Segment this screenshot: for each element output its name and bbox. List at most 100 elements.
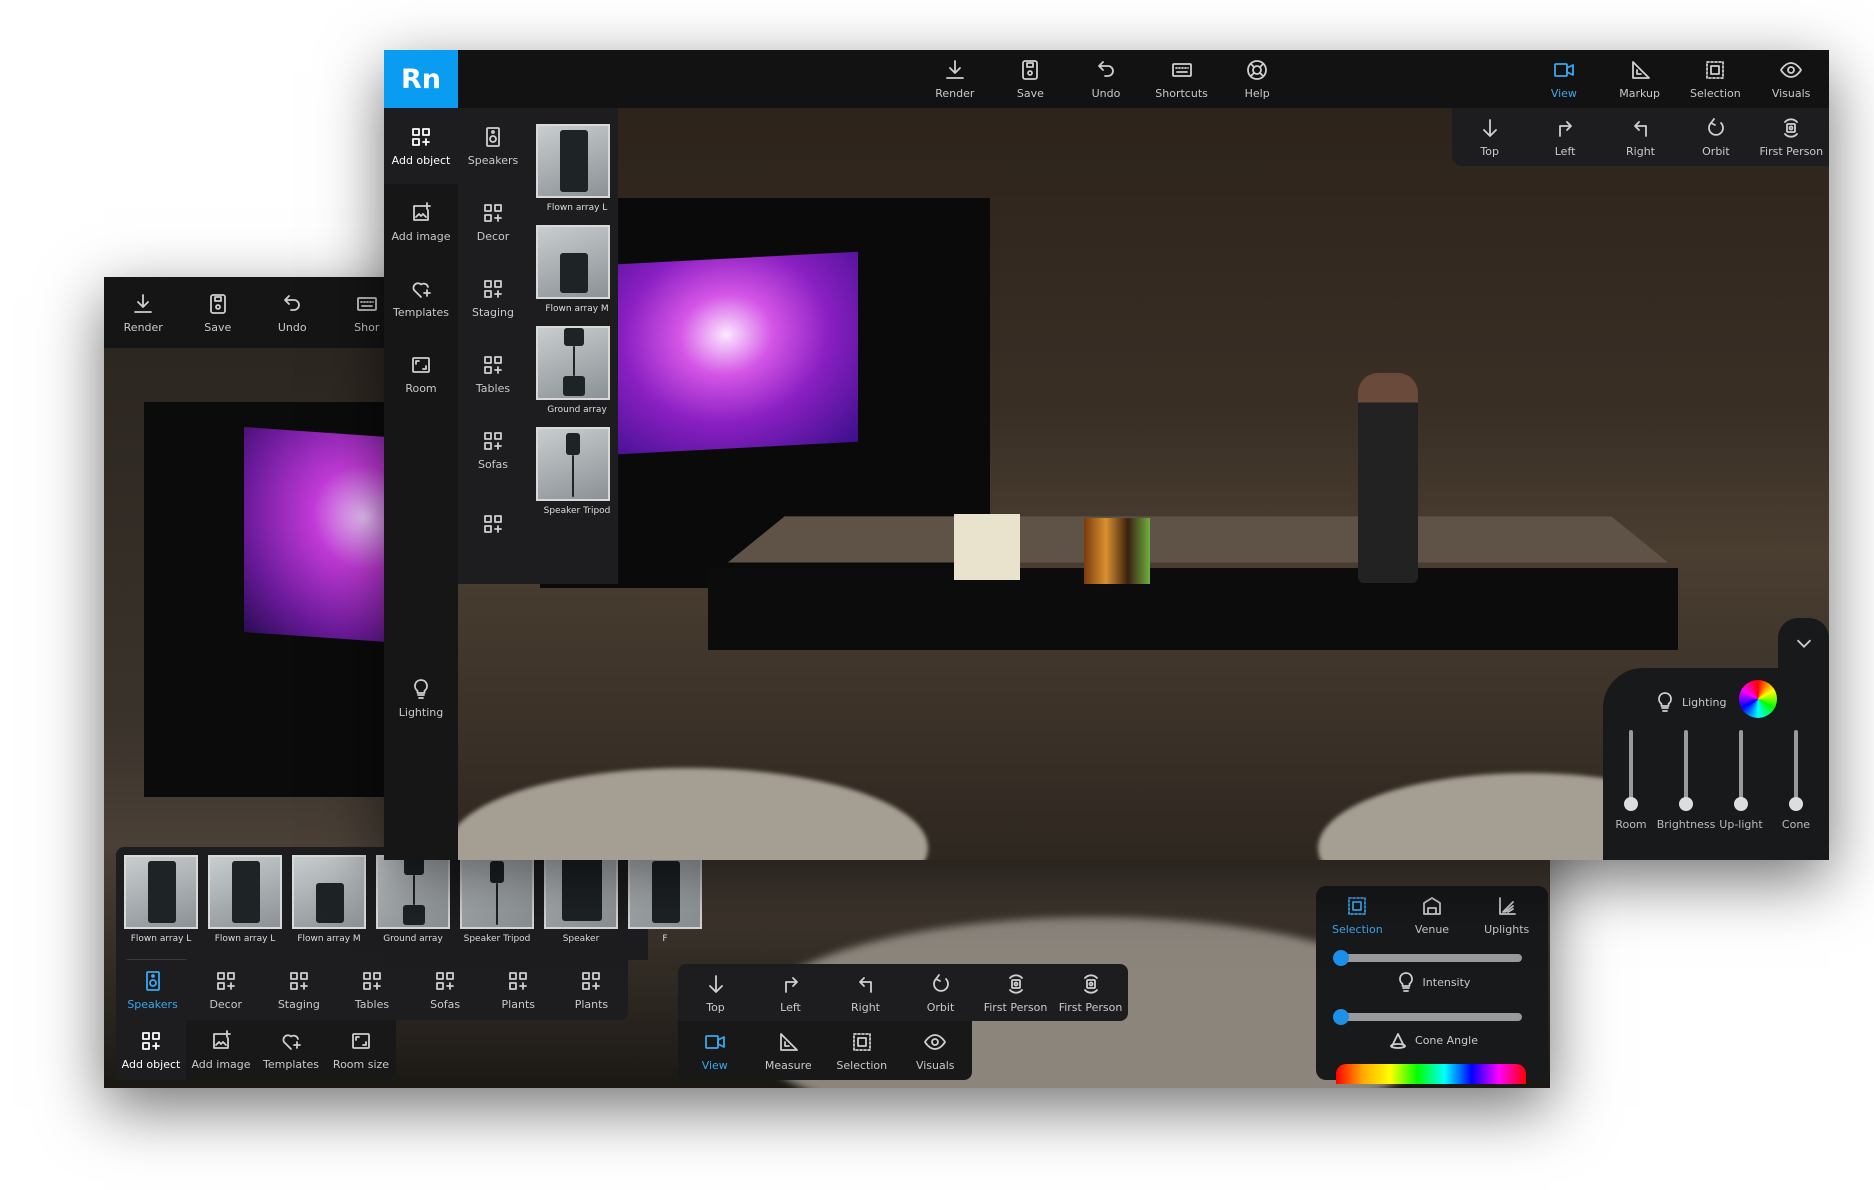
- add-object-button[interactable]: Add object: [116, 1020, 186, 1080]
- product-item[interactable]: Flown array L: [208, 855, 282, 944]
- first-person-icon: [1784, 118, 1799, 138]
- grid-plus-icon: [363, 972, 381, 990]
- tables-button[interactable]: Tables: [458, 336, 528, 412]
- product-item[interactable]: Flown array M: [536, 225, 618, 314]
- orbit-button[interactable]: Orbit: [903, 964, 978, 1021]
- venue-button[interactable]: Venue: [1395, 890, 1470, 940]
- sofas-button[interactable]: Sofas: [409, 960, 482, 1020]
- cone-icon: [1390, 1033, 1406, 1049]
- help-icon: [1247, 60, 1268, 80]
- render-button[interactable]: Render: [106, 277, 181, 348]
- top-button[interactable]: Top: [678, 964, 753, 1021]
- uplights-button[interactable]: Uplights: [1469, 890, 1544, 940]
- button-label: Shor: [354, 320, 380, 334]
- right-button[interactable]: Right: [1603, 108, 1678, 166]
- product-label: Flown array L: [546, 203, 608, 213]
- product-item[interactable]: Speaker Tripod: [460, 855, 534, 944]
- first-person-button[interactable]: First Person: [1754, 108, 1829, 166]
- button-label: Selection: [1331, 923, 1383, 936]
- help-button[interactable]: Help: [1219, 50, 1295, 108]
- slider-brightness[interactable]: [1679, 730, 1693, 811]
- room-button[interactable]: Room: [384, 336, 458, 412]
- cone-angle-slider[interactable]: [1333, 1009, 1522, 1025]
- orbit-button[interactable]: Orbit: [1678, 108, 1753, 166]
- speakers-button[interactable]: Speakers: [458, 108, 528, 184]
- intensity-slider[interactable]: [1333, 950, 1522, 966]
- templates-button[interactable]: Templates: [384, 260, 458, 336]
- decor-button[interactable]: Decor: [189, 960, 262, 1020]
- grid-plus-icon: [484, 514, 502, 533]
- lighting-button[interactable]: Lighting: [384, 668, 458, 728]
- save-button[interactable]: Save: [181, 277, 256, 348]
- slider-room[interactable]: [1624, 730, 1638, 811]
- product-item[interactable]: Ground array: [376, 855, 450, 944]
- button-label: Render: [123, 320, 163, 334]
- more-button[interactable]: [458, 488, 528, 564]
- right-button[interactable]: Right: [828, 964, 903, 1021]
- visuals-button[interactable]: Visuals: [899, 1021, 973, 1080]
- undo-button[interactable]: Undo: [255, 277, 330, 348]
- product-item[interactable]: Ground array: [536, 326, 618, 415]
- product-item[interactable]: Flown array L: [536, 124, 618, 213]
- product-item[interactable]: Speaker Tripod: [536, 427, 618, 516]
- button-label: Add object: [391, 154, 451, 167]
- templates-button[interactable]: Templates: [256, 1020, 326, 1080]
- speakers-button[interactable]: Speakers: [116, 960, 189, 1020]
- video-icon: [704, 1034, 725, 1049]
- add-object-button[interactable]: Add object: [384, 108, 458, 184]
- button-label: Right: [851, 1000, 880, 1014]
- top-button[interactable]: Top: [1452, 108, 1527, 166]
- save-icon: [209, 293, 226, 314]
- first-person-button[interactable]: First Person: [978, 964, 1053, 1021]
- color-spectrum[interactable]: [1336, 1064, 1526, 1084]
- markup-button[interactable]: Markup: [1602, 50, 1678, 108]
- left-button[interactable]: Left: [753, 964, 828, 1021]
- tables-button[interactable]: Tables: [335, 960, 408, 1020]
- slider-up-light[interactable]: [1734, 730, 1748, 811]
- back-camera-bar: Top Left Right Orbit First Person First Perso…: [678, 964, 1128, 1021]
- staging-button[interactable]: Staging: [458, 260, 528, 336]
- arrow-down-icon: [708, 974, 723, 993]
- slider-cone[interactable]: [1789, 730, 1803, 811]
- add-image-button[interactable]: Add image: [384, 184, 458, 260]
- selection-button[interactable]: Selection: [1678, 50, 1754, 108]
- product-item[interactable]: Speaker: [544, 855, 618, 944]
- first-person-button[interactable]: First Person: [1053, 964, 1128, 1021]
- product-item[interactable]: Flown array M: [292, 855, 366, 944]
- left-button[interactable]: Left: [1527, 108, 1602, 166]
- decor-button[interactable]: Decor: [458, 184, 528, 260]
- button-label: Room size: [332, 1058, 390, 1071]
- cone-angle-label: Cone Angle: [1316, 1028, 1548, 1052]
- light-tabs: Selection Venue Uplights: [1320, 890, 1544, 940]
- visuals-button[interactable]: Visuals: [1753, 50, 1829, 108]
- button-label: Orbit: [1702, 145, 1730, 158]
- undo-button[interactable]: Undo: [1068, 50, 1144, 108]
- plants-button[interactable]: Plants: [482, 960, 555, 1020]
- grid-plus-icon: [484, 432, 502, 450]
- sofas-button[interactable]: Sofas: [458, 412, 528, 488]
- button-label: Visuals: [1771, 87, 1811, 100]
- grid-plus-icon: [412, 128, 430, 146]
- button-label: Selection: [1690, 87, 1741, 100]
- view-button[interactable]: View: [678, 1021, 752, 1080]
- product-item[interactable]: Flown array L: [124, 855, 198, 944]
- save-button[interactable]: Save: [993, 50, 1069, 108]
- plants-button[interactable]: Plants: [555, 960, 628, 1020]
- button-label: Sofas: [477, 458, 509, 471]
- selection-button[interactable]: Selection: [825, 1021, 899, 1080]
- grid-plus-icon: [142, 1032, 160, 1050]
- shortcuts-button[interactable]: Shortcuts: [1144, 50, 1220, 108]
- app-logo[interactable]: Rn: [384, 50, 458, 108]
- button-label: Add image: [391, 230, 451, 243]
- product-label: Flown array M: [545, 304, 609, 314]
- view-button[interactable]: View: [1526, 50, 1602, 108]
- room-size-button[interactable]: Room size: [326, 1020, 396, 1080]
- selection-button[interactable]: Selection: [1320, 890, 1395, 940]
- staging-button[interactable]: Staging: [262, 960, 335, 1020]
- button-label: First Person: [983, 1000, 1048, 1014]
- color-wheel[interactable]: [1739, 680, 1777, 718]
- add-image-button[interactable]: Add image: [186, 1020, 256, 1080]
- measure-button[interactable]: Measure: [752, 1021, 826, 1080]
- render-button[interactable]: Render: [917, 50, 993, 108]
- product-item[interactable]: F: [628, 855, 702, 944]
